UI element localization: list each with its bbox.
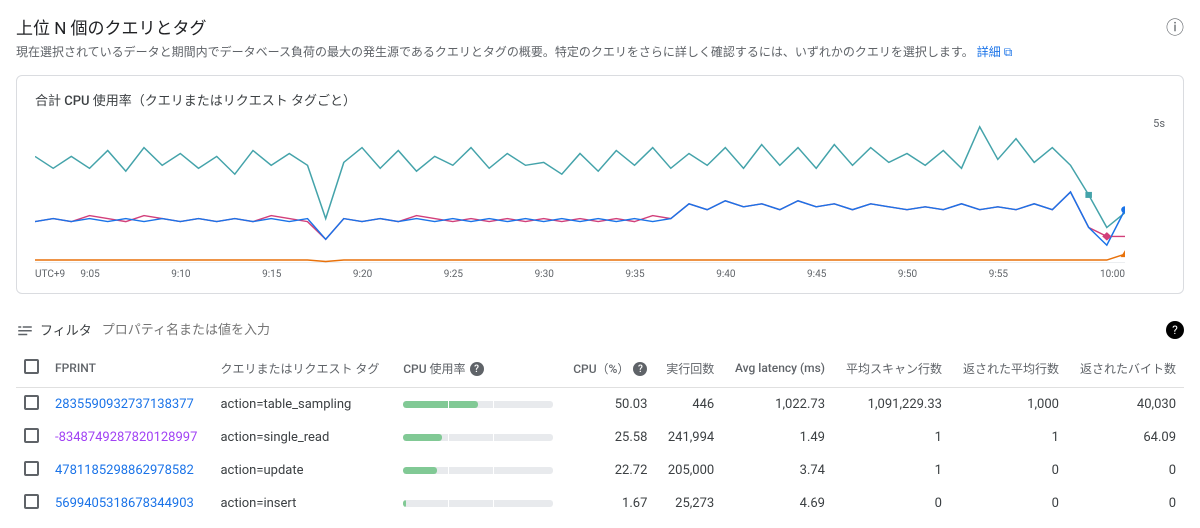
col-returned[interactable]: 返された平均行数 [950, 349, 1067, 388]
table-row[interactable]: 4781185298862978582 action=update 22.72 … [16, 454, 1184, 487]
chart-x-tick: 9:10 [171, 269, 262, 283]
open-in-new-icon: ⧉ [1004, 45, 1013, 59]
select-all-checkbox[interactable] [24, 359, 39, 374]
cell-cpu-pct: 1.67 [561, 487, 655, 520]
chart-x-tick: UTC+9 [35, 269, 80, 283]
cell-bytes: 64.09 [1067, 421, 1184, 454]
fprint-link[interactable]: -8348749287820128997 [55, 430, 197, 445]
chart-x-tick: 9:05 [80, 269, 171, 283]
col-latency[interactable]: Avg latency (ms) [722, 349, 833, 388]
chart-y-tick: 5s [1153, 117, 1165, 130]
col-scan[interactable]: 平均スキャン行数 [833, 349, 950, 388]
cell-cpu-bar [395, 487, 561, 520]
page-title: 上位 N 個のクエリとタグ [16, 14, 1158, 39]
chart-x-tick: 10:00 [1080, 269, 1125, 283]
cell-latency: 1.49 [722, 421, 833, 454]
page-header: 上位 N 個のクエリとタグ 現在選択されているデータと期間内でデータベース負荷の… [16, 14, 1184, 61]
chart-x-tick: 9:50 [898, 269, 989, 283]
cell-cpu-pct: 25.58 [561, 421, 655, 454]
cell-exec: 241,994 [655, 421, 722, 454]
chart-plot-area[interactable] [35, 115, 1125, 263]
cell-returned: 1,000 [950, 388, 1067, 422]
chart-x-tick: 9:20 [353, 269, 444, 283]
chart-x-tick: 9:15 [262, 269, 353, 283]
cell-cpu-pct: 50.03 [561, 388, 655, 422]
info-icon[interactable]: ⓘ [1166, 14, 1184, 40]
cell-returned: 1 [950, 421, 1067, 454]
row-checkbox[interactable] [24, 461, 39, 476]
cell-cpu-bar [395, 421, 561, 454]
fprint-link[interactable]: 4781185298862978582 [55, 463, 194, 478]
chart-card: 合計 CPU 使用率（クエリまたはリクエスト タグごと） 5s UTC+99:0… [16, 75, 1184, 294]
table-row[interactable]: 2835590932737138377 action=table_samplin… [16, 388, 1184, 422]
cell-cpu-bar [395, 454, 561, 487]
cell-scan: 1,091,229.33 [833, 388, 950, 422]
cell-tag: action=update [212, 454, 395, 487]
filter-label: フィルタ [40, 320, 92, 339]
table-row[interactable]: -8348749287820128997 action=single_read … [16, 421, 1184, 454]
fprint-link[interactable]: 2835590932737138377 [55, 397, 194, 412]
cell-bytes: 0 [1067, 454, 1184, 487]
help-icon[interactable]: ? [1166, 321, 1184, 339]
row-checkbox[interactable] [24, 428, 39, 443]
col-exec[interactable]: 実行回数 [655, 349, 722, 388]
cell-exec: 446 [655, 388, 722, 422]
filter-icon [16, 321, 34, 339]
help-mini-icon[interactable]: ? [470, 362, 484, 376]
filter-input[interactable] [102, 322, 1158, 337]
cell-scan: 1 [833, 421, 950, 454]
chart-x-tick: 9:45 [807, 269, 898, 283]
fprint-link[interactable]: 5699405318678344903 [55, 496, 194, 511]
row-checkbox[interactable] [24, 494, 39, 509]
chart-x-tick: 9:35 [625, 269, 716, 283]
col-query-tag[interactable]: クエリまたはリクエスト タグ [212, 349, 395, 388]
cell-scan: 0 [833, 487, 950, 520]
cell-bytes: 0 [1067, 487, 1184, 520]
details-link[interactable]: 詳細 ⧉ [977, 45, 1013, 59]
cell-scan: 1 [833, 454, 950, 487]
col-fprint[interactable]: FPRINT [47, 349, 212, 388]
cell-exec: 25,273 [655, 487, 722, 520]
chart-x-axis: UTC+99:059:109:159:209:259:309:359:409:4… [35, 269, 1125, 283]
col-cpu-usage[interactable]: CPU 使用率? [395, 349, 561, 388]
col-bytes[interactable]: 返されたバイト数 [1067, 349, 1184, 388]
cell-latency: 4.69 [722, 487, 833, 520]
cell-tag: action=single_read [212, 421, 395, 454]
cell-latency: 3.74 [722, 454, 833, 487]
cell-returned: 0 [950, 487, 1067, 520]
chart-x-tick: 9:55 [989, 269, 1080, 283]
query-table: FPRINT クエリまたはリクエスト タグ CPU 使用率? CPU（%）? 実… [16, 349, 1184, 520]
cell-cpu-bar [395, 388, 561, 422]
row-checkbox[interactable] [24, 395, 39, 410]
cell-latency: 1,022.73 [722, 388, 833, 422]
page-subtitle: 現在選択されているデータと期間内でデータベース負荷の最大の発生源であるクエリとタ… [16, 43, 1158, 61]
cell-bytes: 40,030 [1067, 388, 1184, 422]
chart-x-tick: 9:40 [716, 269, 807, 283]
filter-bar: フィルタ ? [16, 316, 1184, 343]
cell-tag: action=table_sampling [212, 388, 395, 422]
cell-cpu-pct: 22.72 [561, 454, 655, 487]
chart-x-tick: 9:30 [535, 269, 626, 283]
help-mini-icon[interactable]: ? [633, 362, 647, 376]
cell-tag: action=insert [212, 487, 395, 520]
chart-x-tick: 9:25 [444, 269, 535, 283]
col-cpu-pct[interactable]: CPU（%）? [561, 349, 655, 388]
cell-exec: 205,000 [655, 454, 722, 487]
chart-title: 合計 CPU 使用率（クエリまたはリクエスト タグごと） [35, 90, 1165, 109]
cell-returned: 0 [950, 454, 1067, 487]
table-row[interactable]: 5699405318678344903 action=insert 1.67 2… [16, 487, 1184, 520]
